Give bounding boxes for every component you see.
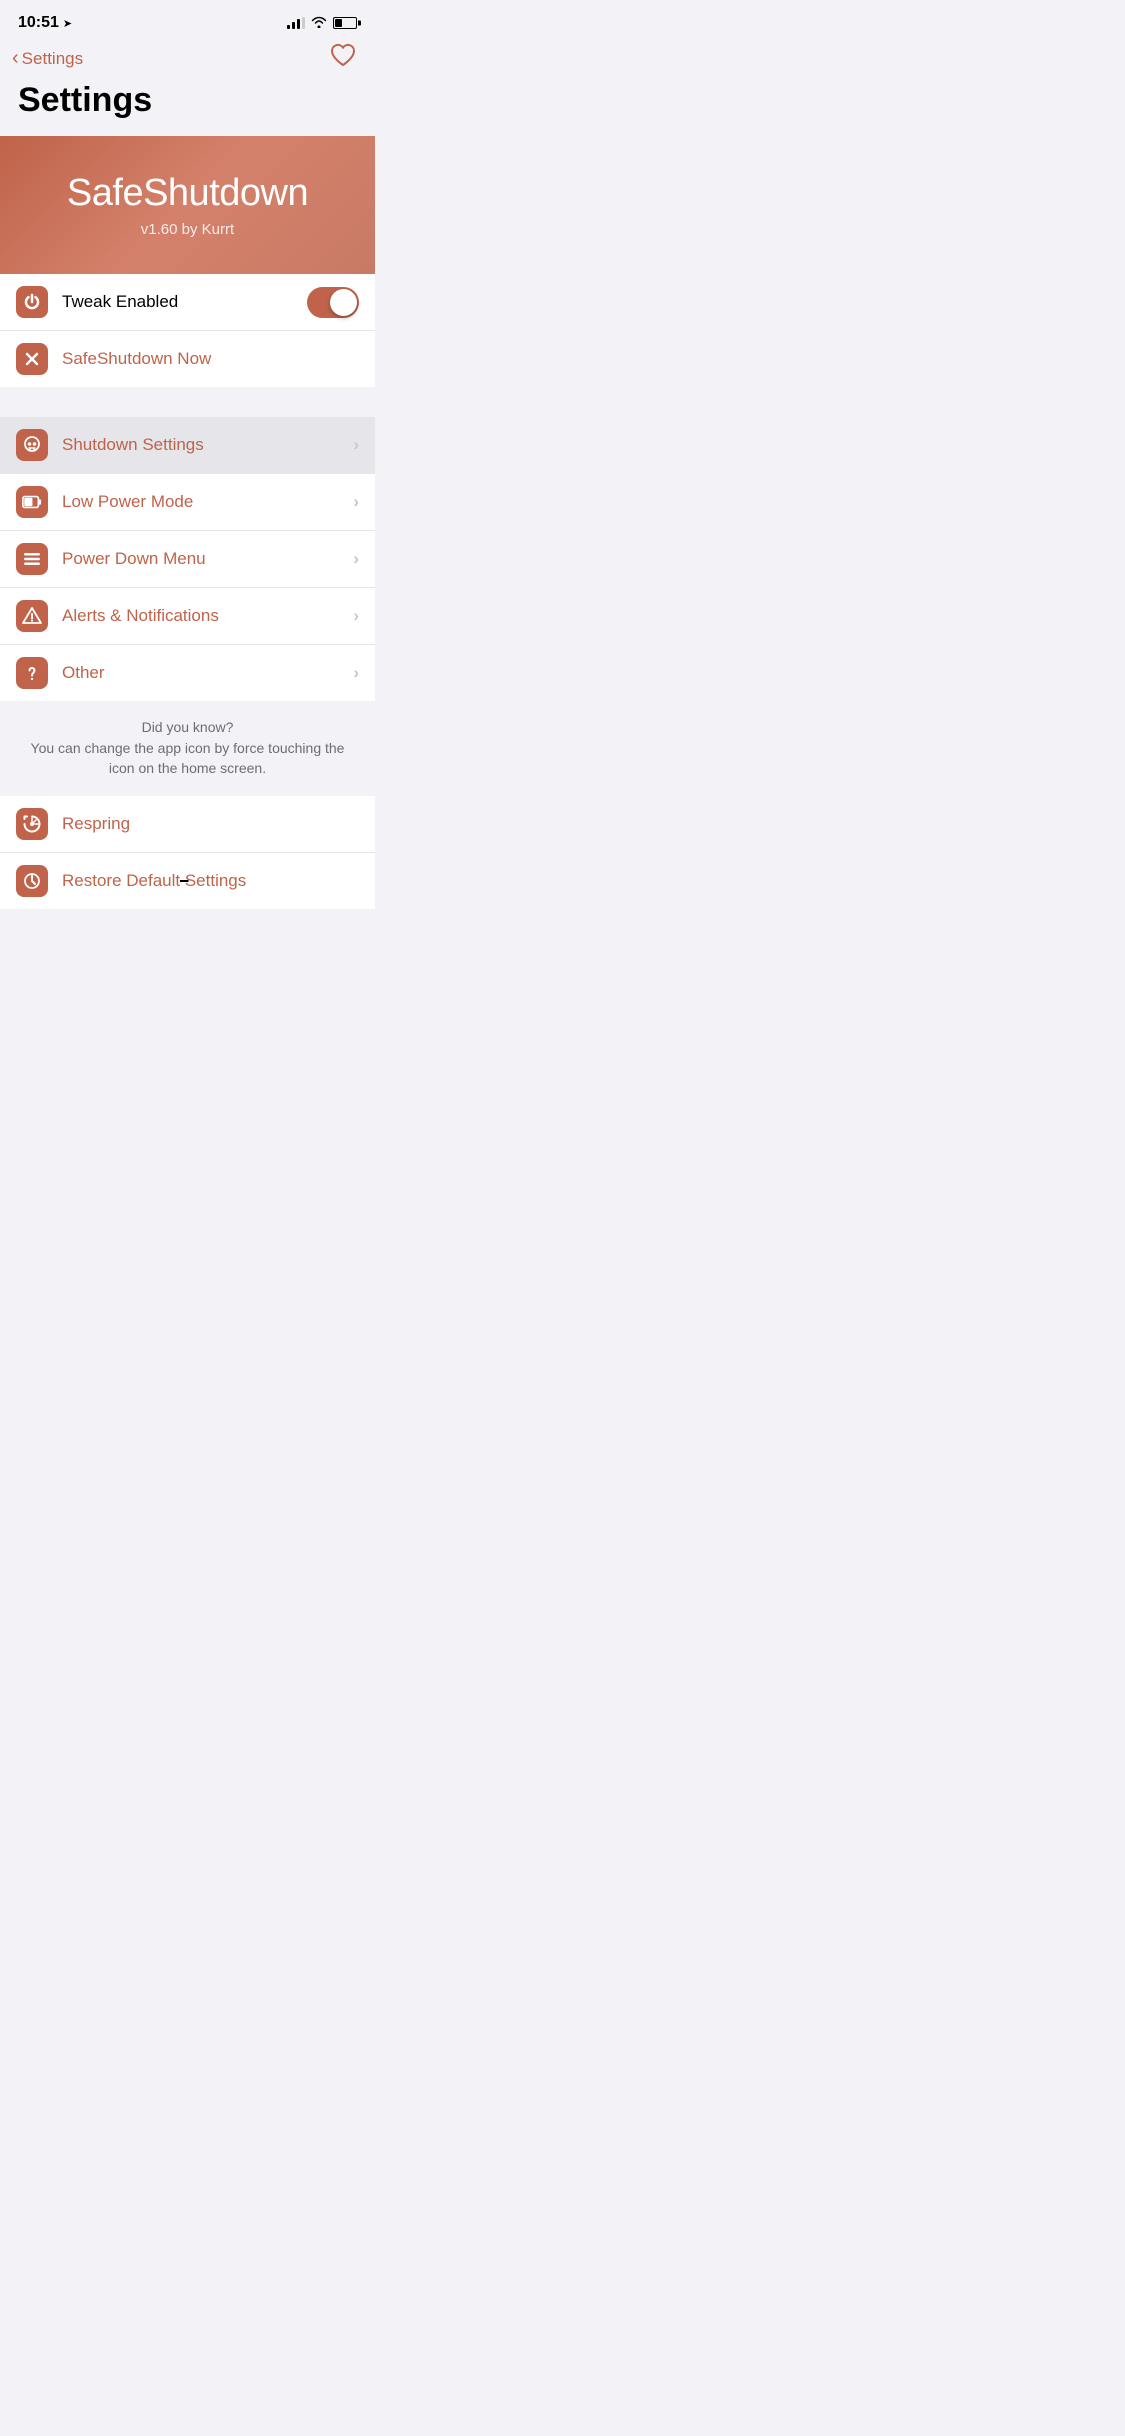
other-label: Other <box>62 663 353 683</box>
other-chevron-icon: › <box>353 663 359 683</box>
shutdown-settings-chevron-icon: › <box>353 435 359 455</box>
alerts-notifications-row[interactable]: Alerts & Notifications › <box>0 588 375 645</box>
shutdown-settings-row[interactable]: Shutdown Settings › <box>0 417 375 474</box>
status-icons <box>287 16 357 31</box>
status-time: 10:51 ➤ <box>18 14 72 32</box>
section-3: Respring Restore Default Settings <box>0 796 375 909</box>
section-2: Shutdown Settings › Low Power Mode › Pow… <box>0 417 375 701</box>
x-icon <box>16 343 48 375</box>
status-bar: 10:51 ➤ <box>0 0 375 38</box>
restore-icon <box>16 865 48 897</box>
footer-tip-body: You can change the app icon by force tou… <box>24 739 351 778</box>
respring-icon <box>16 808 48 840</box>
back-chevron-icon: ‹ <box>12 47 19 70</box>
nav-bar: ‹ Settings <box>0 38 375 77</box>
page-title: Settings <box>18 81 152 119</box>
battery-low-icon <box>16 486 48 518</box>
back-label: Settings <box>22 49 83 69</box>
low-power-mode-row[interactable]: Low Power Mode › <box>0 474 375 531</box>
footer-tip: Did you know? You can change the app ico… <box>0 701 375 796</box>
footer-tip-title: Did you know? <box>24 719 351 735</box>
alerts-notifications-chevron-icon: › <box>353 606 359 626</box>
hero-subtitle: v1.60 by Kurrt <box>20 221 355 238</box>
battery-status-icon <box>333 17 357 29</box>
safeshutdown-now-row[interactable]: SafeShutdown Now <box>0 331 375 387</box>
alerts-notifications-label: Alerts & Notifications <box>62 606 353 626</box>
time-display: 10:51 <box>18 14 59 32</box>
hero-banner: SafeShutdown v1.60 by Kurrt <box>0 136 375 274</box>
page-title-section: Settings <box>0 77 375 136</box>
tweak-enabled-row[interactable]: Tweak Enabled <box>0 274 375 331</box>
restore-defaults-row[interactable]: Restore Default Settings <box>0 853 375 909</box>
respring-row[interactable]: Respring <box>0 796 375 853</box>
skull-icon <box>16 429 48 461</box>
tweak-enabled-toggle[interactable] <box>307 287 359 318</box>
low-power-mode-label: Low Power Mode <box>62 492 353 512</box>
alert-icon <box>16 600 48 632</box>
other-row[interactable]: Other › <box>0 645 375 701</box>
respring-label: Respring <box>62 814 359 834</box>
menu-icon <box>16 543 48 575</box>
question-icon <box>16 657 48 689</box>
favorite-button[interactable] <box>329 42 357 75</box>
restore-defaults-label: Restore Default Settings <box>62 871 359 891</box>
power-down-menu-chevron-icon: › <box>353 549 359 569</box>
shutdown-settings-label: Shutdown Settings <box>62 435 353 455</box>
section-1: Tweak Enabled SafeShutdown Now <box>0 274 375 387</box>
location-icon: ➤ <box>63 17 72 30</box>
signal-icon <box>287 17 305 29</box>
power-down-menu-label: Power Down Menu <box>62 549 353 569</box>
power-icon <box>16 286 48 318</box>
low-power-mode-chevron-icon: › <box>353 492 359 512</box>
safeshutdown-now-label: SafeShutdown Now <box>62 349 359 369</box>
tweak-enabled-label: Tweak Enabled <box>62 292 307 312</box>
power-down-menu-row[interactable]: Power Down Menu › <box>0 531 375 588</box>
wifi-icon <box>311 16 327 31</box>
hero-title: SafeShutdown <box>20 172 355 215</box>
back-button[interactable]: ‹ Settings <box>12 47 83 70</box>
section-divider-1 <box>0 387 375 417</box>
